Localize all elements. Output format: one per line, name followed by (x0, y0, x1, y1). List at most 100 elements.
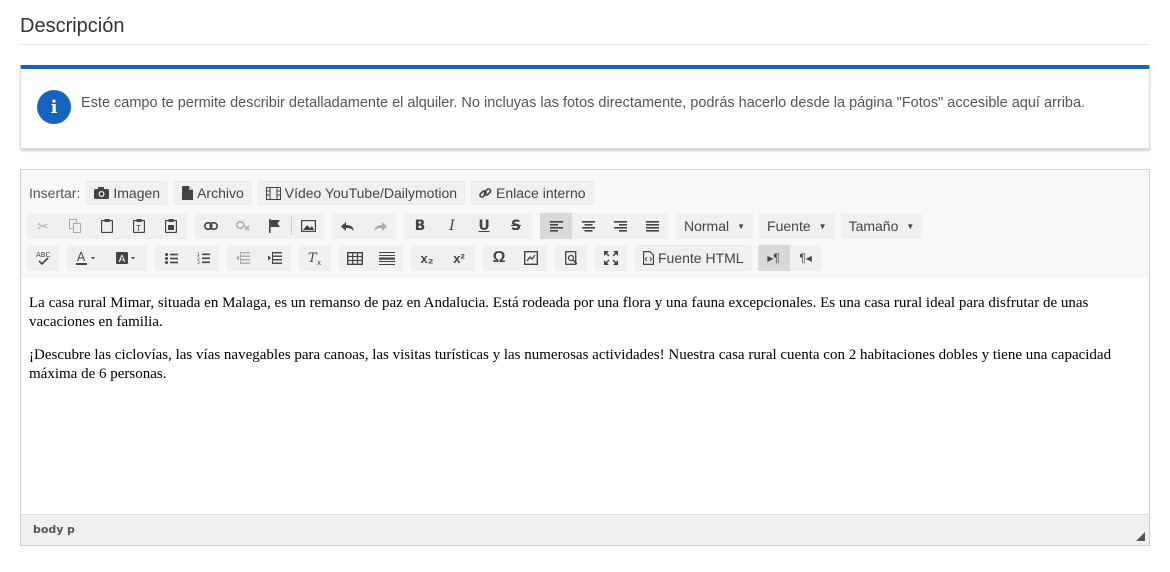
chevron-down-icon: ▼ (737, 221, 746, 231)
rtl-button[interactable]: ¶◂ (790, 245, 822, 271)
format-toolbar-row: ✂ T B I U S Normal ▼ Fuente ▼ Tamaño ▼ (27, 213, 928, 239)
page-break-button[interactable] (515, 245, 547, 271)
underline-icon: U (478, 218, 490, 234)
superscript-icon: x² (453, 250, 465, 266)
unlink-button[interactable] (227, 213, 259, 239)
format-select[interactable]: Normal ▼ (676, 213, 754, 239)
source-html-button[interactable]: Fuente HTML (635, 245, 752, 271)
spellcheck-icon: ABC (35, 250, 51, 266)
undo-button[interactable] (332, 213, 364, 239)
clipboard-icon (101, 219, 113, 233)
paste-word-button[interactable] (155, 213, 187, 239)
chevron-down-icon: ▼ (818, 221, 827, 231)
italic-icon: I (449, 218, 455, 234)
anchor-button[interactable] (259, 213, 291, 239)
cut-button[interactable]: ✂ (27, 213, 59, 239)
editor-statusbar: body p (21, 514, 1149, 545)
superscript-button[interactable]: x² (443, 245, 475, 271)
indent-button[interactable] (259, 245, 291, 271)
svg-text:3: 3 (197, 260, 200, 264)
editor-content[interactable]: La casa rural Mimar, situada en Malaga, … (21, 278, 1149, 515)
remove-format-button[interactable]: Tx (299, 245, 331, 271)
insert-video-button[interactable]: Vídeo YouTube/Dailymotion (257, 181, 466, 205)
text-color-button[interactable]: A (67, 245, 107, 271)
image-button[interactable] (292, 213, 324, 239)
numbered-list-button[interactable]: 123 (187, 245, 219, 271)
clear-format-icon: Tx (308, 251, 323, 265)
maximize-button[interactable] (595, 245, 627, 271)
bold-button[interactable]: B (404, 213, 436, 239)
bulleted-list-button[interactable] (155, 245, 187, 271)
strikethrough-icon: S (510, 218, 522, 234)
spellcheck-button[interactable]: ABC (27, 245, 59, 271)
omega-icon: Ω (492, 249, 506, 266)
indent-icon (268, 252, 282, 264)
link-icon (479, 187, 492, 200)
resize-handle-icon[interactable] (1136, 532, 1145, 541)
content-paragraph[interactable]: ¡Descubre las ciclovías, las vías navega… (29, 346, 1141, 384)
horizontal-rule-button[interactable] (371, 245, 403, 271)
strike-button[interactable]: S (500, 213, 532, 239)
info-icon: i (37, 90, 71, 124)
preview-icon (564, 251, 578, 265)
path-body[interactable]: body (33, 523, 63, 536)
editor-toolbar: Insertar: Imagen Archivo Vídeo YouTube/D… (21, 170, 1149, 279)
align-left-button[interactable] (540, 213, 572, 239)
insert-label: Insertar: (29, 185, 81, 201)
horizontal-rule-icon (379, 251, 395, 265)
ltr-icon: ▸¶ (767, 251, 780, 265)
color-group: A A (67, 245, 147, 271)
italic-button[interactable]: I (436, 213, 468, 239)
insert-image-button[interactable]: Imagen (86, 181, 169, 205)
spellcheck-group: ABC (27, 245, 59, 271)
subscript-button[interactable]: x₂ (411, 245, 443, 271)
link-button[interactable] (195, 213, 227, 239)
align-left-icon (549, 220, 563, 232)
undo-icon (341, 221, 355, 232)
background-color-button[interactable]: A (107, 245, 147, 271)
align-center-button[interactable] (572, 213, 604, 239)
special-group: Ω (483, 245, 547, 271)
svg-text:A: A (119, 254, 126, 265)
film-icon (265, 186, 281, 200)
table-icon (347, 251, 363, 265)
svg-text:T: T (135, 224, 141, 233)
paste-text-button[interactable]: T (123, 213, 155, 239)
maximize-group (595, 245, 627, 271)
svg-text:x: x (317, 259, 321, 265)
svg-text:A: A (77, 251, 86, 264)
unlink-icon (236, 221, 250, 231)
paste-word-icon (165, 219, 177, 233)
copy-button[interactable] (59, 213, 91, 239)
redo-button[interactable] (364, 213, 396, 239)
source-html-label: Fuente HTML (658, 250, 744, 266)
path-p[interactable]: p (67, 523, 75, 536)
ltr-button[interactable]: ▸¶ (757, 245, 790, 271)
preview-button[interactable] (555, 245, 587, 271)
outdent-button[interactable] (227, 245, 259, 271)
link-icon (204, 222, 218, 230)
size-select-value: Tamaño (848, 218, 899, 234)
insert-file-button[interactable]: Archivo (174, 181, 252, 205)
flag-icon (269, 219, 281, 233)
background-color-icon: A (116, 251, 138, 265)
font-select[interactable]: Fuente ▼ (759, 213, 835, 239)
redo-icon (373, 221, 387, 232)
align-right-button[interactable] (604, 213, 636, 239)
insert-internal-link-button[interactable]: Enlace interno (471, 181, 594, 205)
special-char-button[interactable]: Ω (483, 245, 515, 271)
camera-icon (94, 187, 110, 199)
align-justify-button[interactable] (636, 213, 668, 239)
font-select-value: Fuente (767, 218, 811, 234)
subscript-icon: x₂ (420, 250, 434, 266)
paste-button[interactable] (91, 213, 123, 239)
size-select[interactable]: Tamaño ▼ (840, 213, 923, 239)
underline-button[interactable]: U (468, 213, 500, 239)
source-code-icon (643, 251, 654, 265)
table-button[interactable] (339, 245, 371, 271)
content-paragraph[interactable]: La casa rural Mimar, situada en Malaga, … (29, 294, 1141, 332)
info-callout: i Este campo te permite describir detall… (20, 65, 1150, 149)
insert-toolbar-row: Insertar: Imagen Archivo Vídeo YouTube/D… (27, 181, 600, 205)
numbered-list-icon: 123 (197, 252, 210, 264)
clear-format-group: Tx (299, 245, 331, 271)
